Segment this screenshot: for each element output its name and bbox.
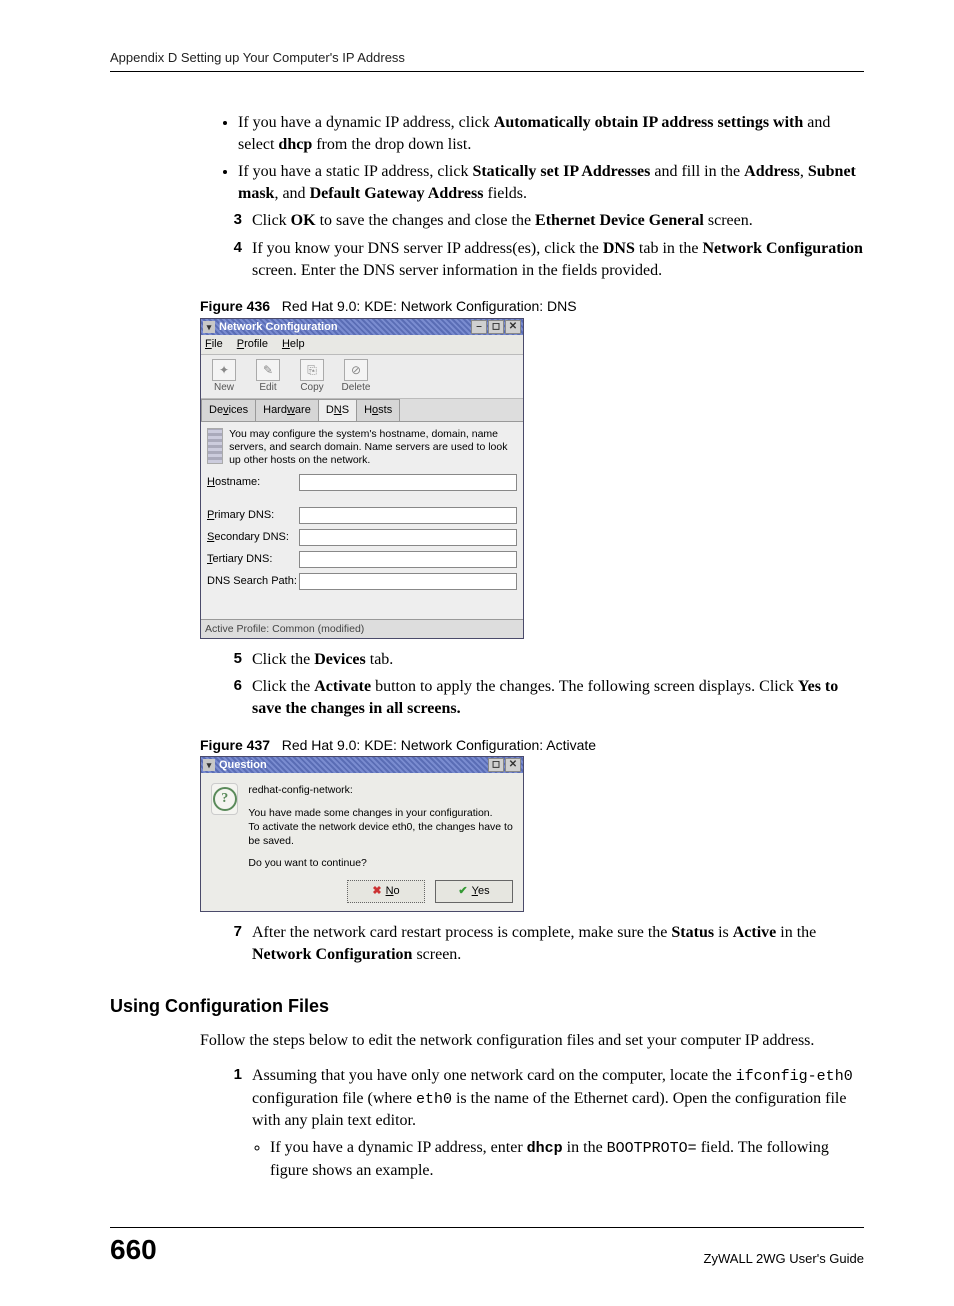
delete-button[interactable]: ⊘Delete — [339, 359, 373, 395]
section-para: Follow the steps below to edit the netwo… — [200, 1030, 864, 1052]
close-button[interactable]: ✕ — [505, 758, 521, 772]
steps-c: 7 After the network card restart process… — [220, 922, 864, 965]
steps-d: 1 Assuming that you have only one networ… — [220, 1065, 864, 1187]
guide-name: ZyWALL 2WG User's Guide — [704, 1251, 864, 1266]
new-icon: ✦ — [212, 359, 236, 381]
bullet-item: If you have a dynamic IP address, enter … — [270, 1137, 864, 1181]
maximize-button[interactable]: ◻ — [488, 758, 504, 772]
minimize-button[interactable]: – — [471, 320, 487, 334]
steps-b: 5 Click the Devices tab. 6 Click the Act… — [220, 649, 864, 720]
section-heading: Using Configuration Files — [110, 994, 864, 1018]
delete-icon: ⊘ — [344, 359, 368, 381]
window-title: Network Configuration — [219, 320, 470, 335]
question-dialog: ▾ Question ◻ ✕ ? redhat-config-network: … — [200, 756, 524, 912]
menu-profile[interactable]: Profile — [237, 337, 268, 352]
step-5: 5 Click the Devices tab. — [220, 649, 864, 671]
secondary-dns-input[interactable] — [299, 529, 517, 546]
primary-dns-label: Primary DNS: — [207, 508, 299, 523]
steps-a: 3 Click OK to save the changes and close… — [220, 210, 864, 281]
titlebar: ▾ Network Configuration – ◻ ✕ — [201, 319, 523, 335]
tab-devices[interactable]: Devices — [201, 399, 256, 421]
panel-description: You may configure the system's hostname,… — [229, 428, 517, 467]
figure-437-caption: Figure 437 Red Hat 9.0: KDE: Network Con… — [200, 736, 864, 755]
tertiary-dns-label: Tertiary DNS: — [207, 552, 299, 567]
close-button[interactable]: ✕ — [505, 320, 521, 334]
hostname-input[interactable] — [299, 474, 517, 491]
dns-panel: You may configure the system's hostname,… — [201, 422, 523, 618]
menubar: File Profile Help — [201, 335, 523, 355]
network-config-window: ▾ Network Configuration – ◻ ✕ File Profi… — [200, 318, 524, 639]
figure-436-caption: Figure 436 Red Hat 9.0: KDE: Network Con… — [200, 297, 864, 316]
step-6: 6 Click the Activate button to apply the… — [220, 676, 864, 719]
question-icon: ? — [211, 783, 238, 815]
yes-button[interactable]: ✔Yes — [435, 880, 513, 903]
search-path-input[interactable] — [299, 573, 517, 590]
step-3: 3 Click OK to save the changes and close… — [220, 210, 864, 232]
x-icon: ✖ — [372, 884, 381, 899]
window-menu-icon[interactable]: ▾ — [203, 759, 215, 771]
tertiary-dns-input[interactable] — [299, 551, 517, 568]
menu-file[interactable]: File — [205, 337, 223, 352]
panel-icon — [207, 428, 223, 464]
copy-button[interactable]: ⎘Copy — [295, 359, 329, 395]
tab-dns[interactable]: DNS — [318, 399, 357, 421]
dialog-text: redhat-config-network: You have made som… — [248, 783, 513, 870]
menu-help[interactable]: Help — [282, 337, 305, 352]
primary-dns-input[interactable] — [299, 507, 517, 524]
page-header: Appendix D Setting up Your Computer's IP… — [110, 50, 864, 72]
bullet-list-top: If you have a dynamic IP address, click … — [238, 112, 864, 204]
edit-icon: ✎ — [256, 359, 280, 381]
check-icon: ✔ — [458, 884, 467, 899]
new-button[interactable]: ✦New — [207, 359, 241, 395]
dialog-titlebar: ▾ Question ◻ ✕ — [201, 757, 523, 773]
tab-hosts[interactable]: Hosts — [356, 399, 400, 421]
no-button[interactable]: ✖No — [347, 880, 425, 903]
copy-icon: ⎘ — [300, 359, 324, 381]
status-bar: Active Profile: Common (modified) — [201, 619, 523, 638]
hostname-label: Hostname: — [207, 475, 299, 490]
page-number: 660 — [110, 1234, 157, 1266]
tab-hardware[interactable]: Hardware — [255, 399, 319, 421]
toolbar: ✦New ✎Edit ⎘Copy ⊘Delete — [201, 355, 523, 400]
step-4: 4 If you know your DNS server IP address… — [220, 238, 864, 281]
maximize-button[interactable]: ◻ — [488, 320, 504, 334]
step-7: 7 After the network card restart process… — [220, 922, 864, 965]
tabs: Devices Hardware DNS Hosts — [201, 399, 523, 422]
bullet-item: If you have a dynamic IP address, click … — [238, 112, 864, 155]
search-path-label: DNS Search Path: — [207, 574, 299, 589]
dialog-title: Question — [219, 758, 487, 773]
secondary-dns-label: Secondary DNS: — [207, 530, 299, 545]
step-d1: 1 Assuming that you have only one networ… — [220, 1065, 864, 1187]
edit-button[interactable]: ✎Edit — [251, 359, 285, 395]
window-menu-icon[interactable]: ▾ — [203, 321, 215, 333]
bullet-item: If you have a static IP address, click S… — [238, 161, 864, 204]
